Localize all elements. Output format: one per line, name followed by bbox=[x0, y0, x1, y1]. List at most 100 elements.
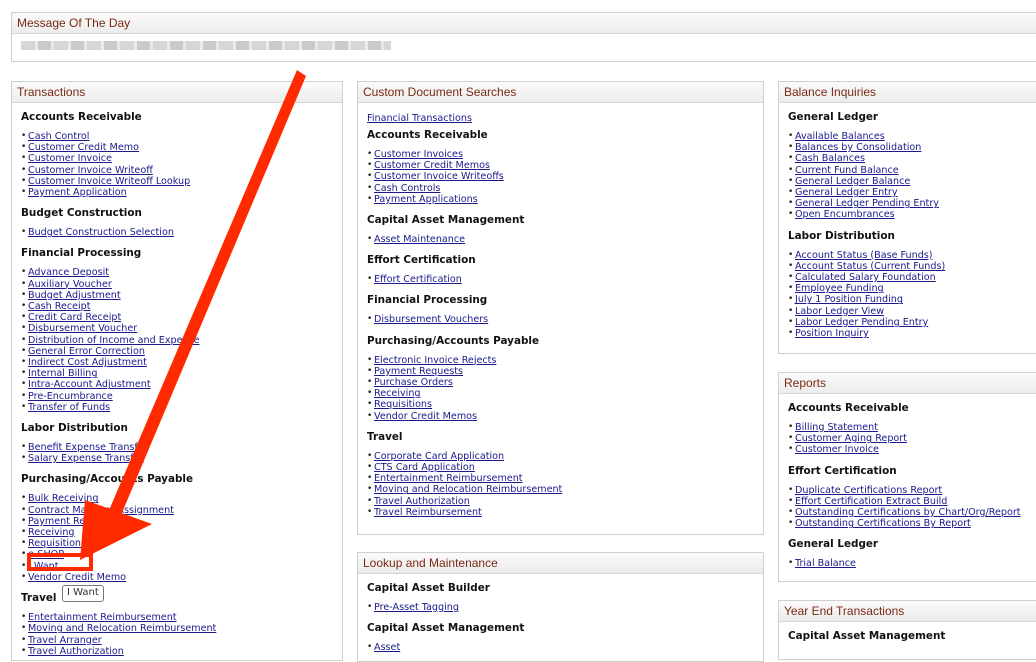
cts-card-application-link[interactable]: CTS Card Application bbox=[374, 462, 475, 473]
cash-receipt-link[interactable]: Cash Receipt bbox=[28, 301, 91, 312]
customer-invoice-link[interactable]: Customer Invoice bbox=[795, 444, 879, 455]
effort-certification-link[interactable]: Effort Certification bbox=[374, 274, 462, 285]
moving-and-relocation-reimbursement-link[interactable]: Moving and Relocation Reimbursement bbox=[374, 484, 562, 495]
open-encumbrances-link[interactable]: Open Encumbrances bbox=[795, 209, 895, 220]
customer-credit-memos-link[interactable]: Customer Credit Memos bbox=[374, 160, 490, 171]
customer-invoice-link[interactable]: Customer Invoice bbox=[28, 153, 112, 164]
credit-card-receipt-link[interactable]: Credit Card Receipt bbox=[28, 312, 121, 323]
list-item: General Ledger Pending Entry bbox=[788, 198, 1036, 209]
general-error-correction-link[interactable]: General Error Correction bbox=[28, 346, 145, 357]
link-list: Billing StatementCustomer Aging ReportCu… bbox=[788, 422, 1036, 456]
outstanding-certifications-by-report-link[interactable]: Outstanding Certifications By Report bbox=[795, 518, 971, 529]
list-item: Cash Receipt bbox=[21, 301, 332, 312]
budget-adjustment-link[interactable]: Budget Adjustment bbox=[28, 290, 121, 301]
vendor-credit-memos-link[interactable]: Vendor Credit Memos bbox=[374, 411, 477, 422]
list-item: Moving and Relocation Reimbursement bbox=[367, 484, 753, 495]
requisition-link[interactable]: Requisition bbox=[28, 538, 81, 549]
disbursement-voucher-link[interactable]: Disbursement Voucher bbox=[28, 323, 137, 334]
section-heading-capital-asset-builder: Capital Asset Builder bbox=[367, 582, 490, 594]
travel-reimbursement-link[interactable]: Travel Reimbursement bbox=[374, 507, 482, 518]
receiving-link[interactable]: Receiving bbox=[28, 527, 75, 538]
purchase-orders-link[interactable]: Purchase Orders bbox=[374, 377, 453, 388]
list-item: Customer Credit Memos bbox=[367, 160, 753, 171]
section-heading-financial-processing: Financial Processing bbox=[21, 247, 142, 260]
section-heading-general-ledger: General Ledger bbox=[788, 538, 879, 551]
payment-requests-link[interactable]: Payment Requests bbox=[374, 366, 463, 377]
motd-panel: Message Of The Day bbox=[11, 12, 1036, 62]
list-item: Available Balances bbox=[788, 131, 1036, 142]
travel-authorization-link[interactable]: Travel Authorization bbox=[28, 646, 124, 657]
entertainment-reimbursement-link[interactable]: Entertainment Reimbursement bbox=[28, 612, 177, 623]
cash-balances-link[interactable]: Cash Balances bbox=[795, 153, 865, 164]
list-item: Customer Invoice Writeoffs bbox=[367, 171, 753, 182]
account-status-base-funds-link[interactable]: Account Status (Base Funds) bbox=[795, 250, 933, 261]
asset-maintenance-link[interactable]: Asset Maintenance bbox=[374, 234, 465, 245]
advance-deposit-link[interactable]: Advance Deposit bbox=[28, 267, 109, 278]
receiving-link[interactable]: Receiving bbox=[374, 388, 421, 399]
labor-ledger-pending-entry-link[interactable]: Labor Ledger Pending Entry bbox=[795, 317, 928, 328]
billing-statement-link[interactable]: Billing Statement bbox=[795, 422, 878, 433]
list-item: General Ledger Balance bbox=[788, 176, 1036, 187]
pre-encumbrance-link[interactable]: Pre-Encumbrance bbox=[28, 391, 113, 402]
payment-request-link[interactable]: Payment Request bbox=[28, 516, 112, 527]
intra-account-adjustment-link[interactable]: Intra-Account Adjustment bbox=[28, 379, 151, 390]
payment-application-link[interactable]: Payment Application bbox=[28, 187, 127, 198]
general-ledger-entry-link[interactable]: General Ledger Entry bbox=[795, 187, 898, 198]
auxiliary-voucher-link[interactable]: Auxiliary Voucher bbox=[28, 279, 112, 290]
pre-asset-tagging-link[interactable]: Pre-Asset Tagging bbox=[374, 602, 459, 613]
customer-invoices-link[interactable]: Customer Invoices bbox=[374, 149, 463, 160]
motd-title: Message Of The Day bbox=[12, 13, 1036, 34]
list-item: Receiving bbox=[21, 527, 332, 538]
outstanding-certifications-by-chart-org-report-link[interactable]: Outstanding Certifications by Chart/Org/… bbox=[795, 507, 1021, 518]
customer-invoice-writeoffs-link[interactable]: Customer Invoice Writeoffs bbox=[374, 171, 504, 182]
contract-manager-assignment-link[interactable]: Contract Manager Assignment bbox=[28, 505, 174, 516]
benefit-expense-transfer-link[interactable]: Benefit Expense Transfer bbox=[28, 442, 148, 453]
list-item: Account Status (Current Funds) bbox=[788, 261, 1036, 272]
bulk-receiving-link[interactable]: Bulk Receiving bbox=[28, 493, 98, 504]
travel-arranger-link[interactable]: Travel Arranger bbox=[28, 635, 102, 646]
customer-aging-report-link[interactable]: Customer Aging Report bbox=[795, 433, 907, 444]
budget-construction-selection-link[interactable]: Budget Construction Selection bbox=[28, 227, 174, 238]
customer-invoice-writeoff-lookup-link[interactable]: Customer Invoice Writeoff Lookup bbox=[28, 176, 190, 187]
effort-certification-extract-build-link[interactable]: Effort Certification Extract Build bbox=[795, 496, 947, 507]
payment-applications-link[interactable]: Payment Applications bbox=[374, 194, 478, 205]
financial-transactions-link[interactable]: Financial Transactions bbox=[367, 113, 753, 124]
list-item: Distribution of Income and Expense bbox=[21, 335, 332, 346]
internal-billing-link[interactable]: Internal Billing bbox=[28, 368, 97, 379]
trial-balance-link[interactable]: Trial Balance bbox=[795, 558, 856, 569]
general-ledger-pending-entry-link[interactable]: General Ledger Pending Entry bbox=[795, 198, 939, 209]
travel-authorization-link[interactable]: Travel Authorization bbox=[374, 496, 470, 507]
position-inquiry-link[interactable]: Position Inquiry bbox=[795, 328, 869, 339]
corporate-card-application-link[interactable]: Corporate Card Application bbox=[374, 451, 504, 462]
entertainment-reimbursement-link[interactable]: Entertainment Reimbursement bbox=[374, 473, 523, 484]
customer-credit-memo-link[interactable]: Customer Credit Memo bbox=[28, 142, 139, 153]
balance-inquiries-body: General Ledger Available BalancesBalances… bbox=[779, 103, 1036, 339]
general-ledger-balance-link[interactable]: General Ledger Balance bbox=[795, 176, 910, 187]
current-fund-balance-link[interactable]: Current Fund Balance bbox=[795, 165, 899, 176]
section-heading-travel: Travel bbox=[367, 430, 403, 443]
distribution-of-income-and-expense-link[interactable]: Distribution of Income and Expense bbox=[28, 335, 199, 346]
list-item: Customer Invoice Writeoff bbox=[21, 165, 332, 176]
disbursement-vouchers-link[interactable]: Disbursement Vouchers bbox=[374, 314, 488, 325]
list-item: Customer Invoices bbox=[367, 149, 753, 160]
cash-controls-link[interactable]: Cash Controls bbox=[374, 183, 440, 194]
july-1-position-funding-link[interactable]: July 1 Position Funding bbox=[795, 294, 903, 305]
section-heading-accounts-receivable: Accounts Receivable bbox=[788, 402, 909, 414]
duplicate-certifications-report-link[interactable]: Duplicate Certifications Report bbox=[795, 485, 942, 496]
balances-by-consolidation-link[interactable]: Balances by Consolidation bbox=[795, 142, 921, 153]
available-balances-link[interactable]: Available Balances bbox=[795, 131, 885, 142]
transfer-of-funds-link[interactable]: Transfer of Funds bbox=[28, 402, 110, 413]
employee-funding-link[interactable]: Employee Funding bbox=[795, 283, 884, 294]
labor-ledger-view-link[interactable]: Labor Ledger View bbox=[795, 306, 884, 317]
electronic-invoice-rejects-link[interactable]: Electronic Invoice Rejects bbox=[374, 355, 496, 366]
requisitions-link[interactable]: Requisitions bbox=[374, 399, 432, 410]
vendor-credit-memo-link[interactable]: Vendor Credit Memo bbox=[28, 572, 126, 583]
salary-expense-transfer-link[interactable]: Salary Expense Transfer bbox=[28, 453, 144, 464]
calculated-salary-foundation-link[interactable]: Calculated Salary Foundation bbox=[795, 272, 936, 283]
list-item: Position Inquiry bbox=[788, 328, 1036, 339]
account-status-current-funds-link[interactable]: Account Status (Current Funds) bbox=[795, 261, 945, 272]
indirect-cost-adjustment-link[interactable]: Indirect Cost Adjustment bbox=[28, 357, 147, 368]
cash-control-link[interactable]: Cash Control bbox=[28, 131, 89, 142]
customer-invoice-writeoff-link[interactable]: Customer Invoice Writeoff bbox=[28, 165, 153, 176]
moving-and-relocation-reimbursement-link[interactable]: Moving and Relocation Reimbursement bbox=[28, 623, 216, 634]
